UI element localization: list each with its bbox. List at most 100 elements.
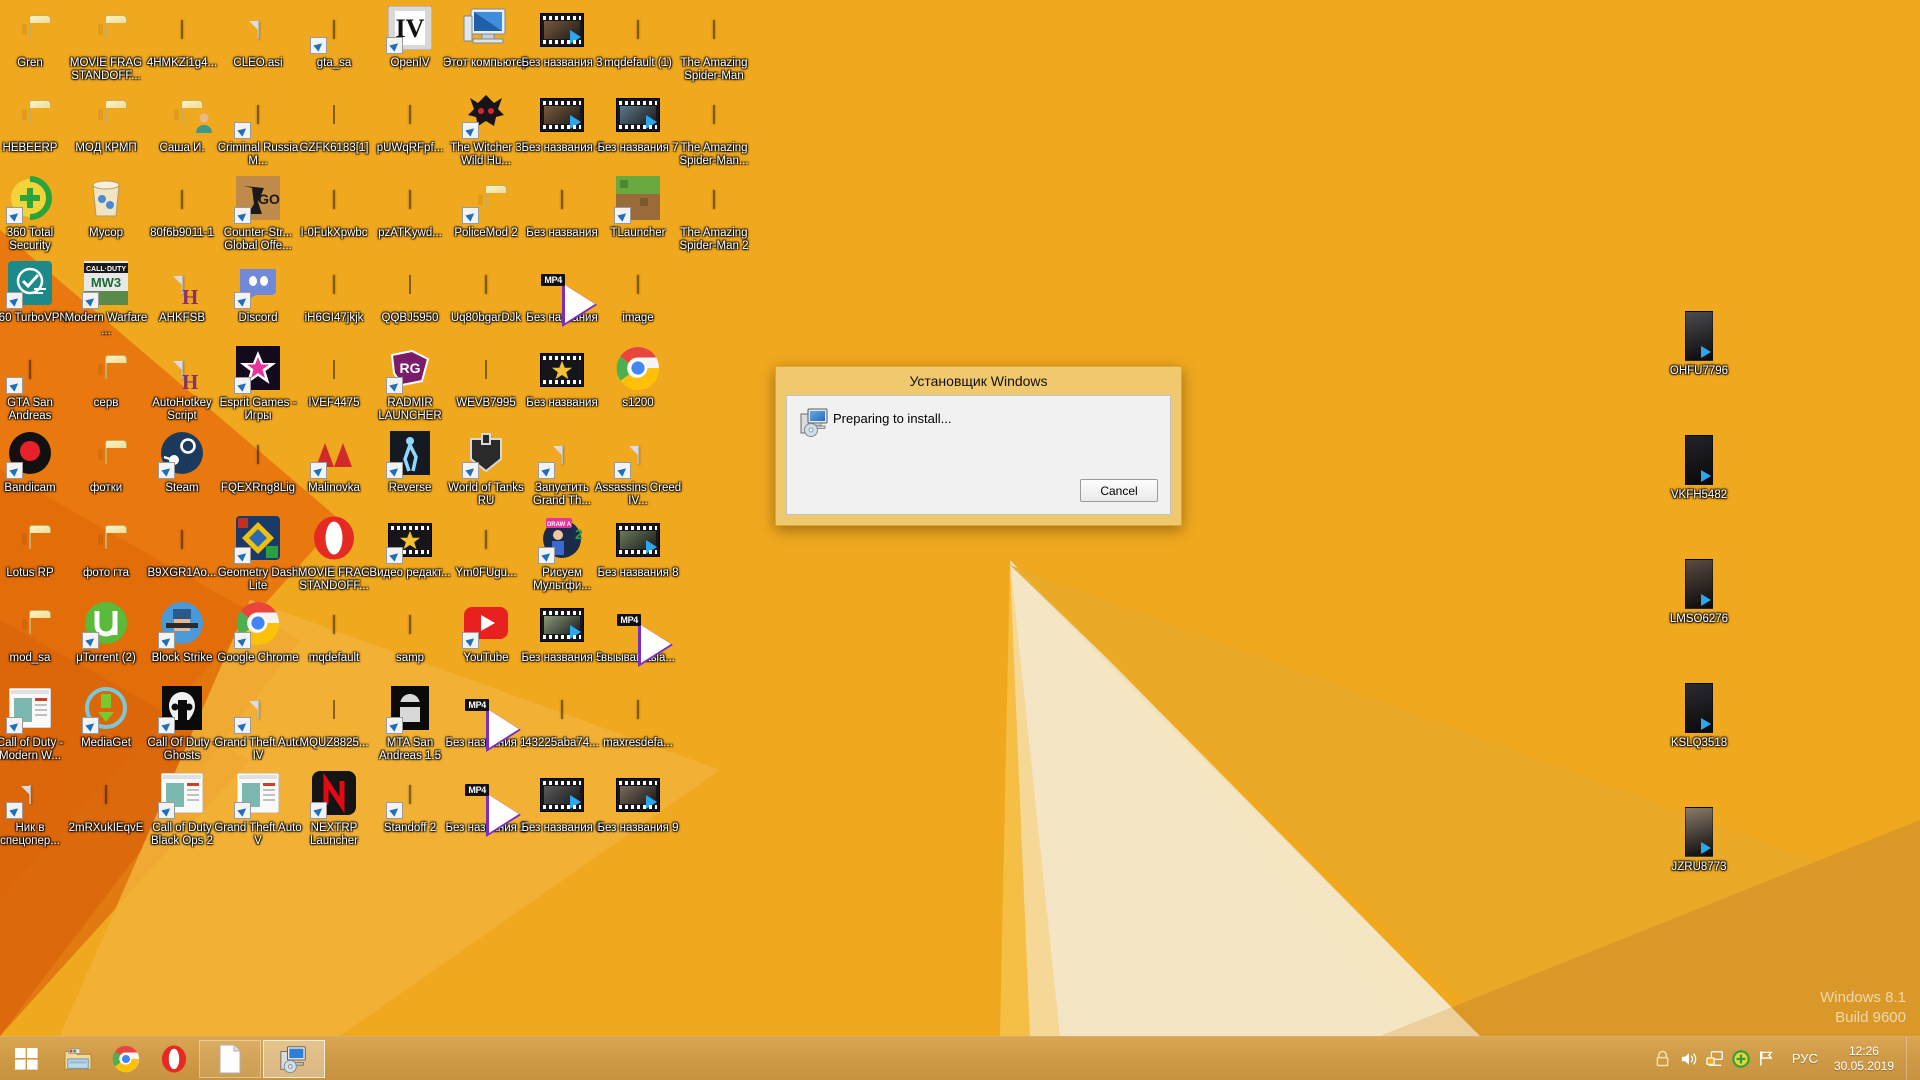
desktop-icon[interactable]: pUWqRFpf... xyxy=(366,91,454,155)
desktop-icon[interactable]: CLEO.asi xyxy=(214,6,302,70)
desktop-icon[interactable]: MediaGet xyxy=(62,686,150,750)
desktop-icon[interactable]: Видео редакт... xyxy=(366,516,454,580)
desktop-icon[interactable]: B9XGR1Ao... xyxy=(138,516,226,580)
desktop-icon[interactable]: TLauncher xyxy=(594,175,682,240)
desktop-icon[interactable]: Без названия 7 xyxy=(594,91,682,155)
desktop-icon[interactable]: Esprit Games - Игры xyxy=(214,345,302,423)
desktop-icon[interactable]: iH6GI47jkjk xyxy=(290,261,378,325)
desktop-icon[interactable]: FQEXRng8Lig xyxy=(214,431,302,495)
desktop-icon[interactable]: MTA San Andreas 1.5 xyxy=(366,685,454,763)
taskbar-file-explorer[interactable] xyxy=(57,1039,99,1079)
desktop-icon[interactable]: Call of Duty Black Ops 2 xyxy=(138,771,226,848)
desktop-icon[interactable]: NEXTRP Launcher xyxy=(290,770,378,848)
dialog-titlebar[interactable]: Установщик Windows xyxy=(776,367,1181,395)
desktop-icon[interactable]: Grand Theft Auto IV xyxy=(214,686,302,763)
desktop-icon[interactable]: МОД КРМП xyxy=(62,91,150,155)
network-icon[interactable] xyxy=(1702,1037,1728,1080)
clock[interactable]: 12:26 30.05.2019 xyxy=(1830,1044,1906,1074)
security-shield-icon[interactable] xyxy=(1728,1037,1754,1080)
desktop-icon[interactable]: Criminal Russia M... xyxy=(214,91,302,168)
desktop-icon[interactable]: pzATKywd... xyxy=(366,176,454,240)
desktop-icon[interactable]: H AHKFSB xyxy=(138,261,226,325)
desktop-icon[interactable]: OHFU7796 xyxy=(1655,310,1743,378)
desktop-icon[interactable]: Без названия 9 xyxy=(594,771,682,835)
desktop-icon[interactable]: MP4 Без названия 1 xyxy=(442,686,530,752)
desktop-icon[interactable]: Без названия 5 xyxy=(518,601,606,665)
desktop-icon[interactable]: IVEF4475 xyxy=(290,346,378,410)
desktop-icon[interactable]: Discord xyxy=(214,261,302,325)
desktop-icon[interactable]: Ym0FUgu... xyxy=(442,516,530,580)
lock-icon[interactable] xyxy=(1650,1037,1676,1080)
desktop-icon[interactable]: mqdefault xyxy=(290,601,378,665)
taskbar-window-installer[interactable] xyxy=(263,1039,325,1078)
desktop-icon[interactable]: World of Tanks RU xyxy=(442,431,530,508)
desktop-icon[interactable]: Steam xyxy=(138,431,226,495)
desktop-icon[interactable]: samp xyxy=(366,601,454,665)
desktop-icon[interactable]: MQUZ8825... xyxy=(290,686,378,750)
desktop-icon[interactable]: s1200 xyxy=(594,346,682,410)
desktop-icon[interactable]: Malinovka xyxy=(290,431,378,495)
desktop-icon[interactable]: 80f6b9011-1 xyxy=(138,176,226,240)
desktop-icon[interactable]: Assassins Creed IV... xyxy=(594,431,682,508)
desktop-icon[interactable]: Этот компьютер xyxy=(442,6,530,70)
desktop-icon[interactable]: Без названия 4 xyxy=(518,91,606,155)
desktop-icon[interactable]: mqdefault (1) xyxy=(594,6,682,70)
desktop-icon[interactable]: VKFH5482 xyxy=(1655,434,1743,502)
desktop-icon[interactable]: Call Of Duty - Ghosts xyxy=(138,685,226,763)
desktop-icon[interactable]: MP4 выываыаыа... xyxy=(594,601,682,667)
desktop-icon[interactable]: фото гта xyxy=(62,516,150,580)
desktop-icon[interactable]: 4HMKZi1g4... xyxy=(138,6,226,70)
desktop-icon[interactable]: Standoff 2 xyxy=(366,771,454,835)
desktop-icon[interactable]: MOVIE FRAG STANDOFF... xyxy=(290,516,378,593)
desktop-icon[interactable]: Без названия xyxy=(518,176,606,240)
desktop-icon[interactable]: DRAW A 2 Рисуем Мультфи... xyxy=(518,516,606,593)
desktop-icon[interactable]: PoliceMod 2 xyxy=(442,176,530,240)
desktop-icon[interactable]: JZRU8773 xyxy=(1655,806,1743,874)
desktop-icon[interactable]: The Amazing Spider-Man 2 xyxy=(670,176,758,253)
desktop-icon[interactable]: Reverse xyxy=(366,430,454,495)
desktop-icon[interactable]: Без названия xyxy=(518,346,606,410)
desktop-icon[interactable]: μTorrent (2) xyxy=(62,601,150,665)
taskbar-window-document[interactable] xyxy=(199,1039,261,1078)
desktop-icon[interactable]: WEVB7995 xyxy=(442,346,530,410)
show-desktop-button[interactable] xyxy=(1906,1036,1914,1080)
desktop-icon[interactable]: Uq80bgarDJk xyxy=(442,261,530,325)
desktop-icon[interactable]: LMSO6276 xyxy=(1655,558,1743,626)
action-center-flag-icon[interactable] xyxy=(1754,1037,1780,1080)
desktop-icon[interactable]: фотки xyxy=(62,431,150,495)
taskbar-google-chrome[interactable] xyxy=(105,1039,147,1079)
desktop-icon[interactable]: MP4 Без названия xyxy=(518,261,606,327)
desktop-icon[interactable]: Запустить Grand Th... xyxy=(518,431,606,508)
desktop-icon[interactable]: Без названия 3 xyxy=(518,6,606,70)
start-button[interactable] xyxy=(0,1037,54,1080)
volume-icon[interactable] xyxy=(1676,1037,1702,1080)
windows-installer-dialog[interactable]: Установщик Windows Preparing to install.… xyxy=(775,366,1182,526)
desktop-icon[interactable]: MOVIE FRAG STANDOFF... xyxy=(62,6,150,83)
desktop-icon[interactable]: IV OpenIV xyxy=(366,5,454,70)
taskbar-opera[interactable] xyxy=(153,1039,195,1079)
desktop-icon[interactable]: Google Chrome xyxy=(214,601,302,665)
desktop-icon[interactable]: GZFK6183[1] xyxy=(290,91,378,155)
desktop-icon[interactable]: 2mRXukIEqvE xyxy=(62,771,150,835)
desktop-icon[interactable]: H AutoHotkey Script xyxy=(138,346,226,423)
desktop-icon[interactable]: The Amazing Spider-Man xyxy=(670,6,758,83)
desktop-icon[interactable]: Без названия 8 xyxy=(594,516,682,580)
desktop-icon[interactable]: gta_sa xyxy=(290,6,378,70)
desktop-icon[interactable]: QQBJ5950 xyxy=(366,261,454,325)
desktop-icon[interactable]: The Witcher 3 Wild Hu... xyxy=(442,91,530,168)
desktop-icon[interactable]: The Amazing Spider-Man... xyxy=(670,91,758,168)
desktop-icon[interactable]: серв xyxy=(62,346,150,410)
desktop-icon[interactable]: Geometry Dash Lite xyxy=(214,515,302,593)
cancel-button[interactable]: Cancel xyxy=(1080,479,1158,502)
desktop-icon[interactable]: I-0FukXpwbc xyxy=(290,176,378,240)
desktop-icon[interactable]: maxresdefa... xyxy=(594,686,682,750)
desktop-icon[interactable]: image xyxy=(594,261,682,325)
desktop-icon[interactable]: Мусор xyxy=(62,176,150,240)
desktop-icon[interactable]: 43225aba74... xyxy=(518,686,606,750)
desktop-icon[interactable]: KSLQ3518 xyxy=(1655,682,1743,750)
language-indicator[interactable]: РУС xyxy=(1780,1051,1830,1066)
desktop-icon[interactable]: RG RADMIR LAUNCHER xyxy=(366,346,454,423)
desktop-icon[interactable]: Block Strike xyxy=(138,601,226,665)
desktop-icon[interactable]: Саша И. xyxy=(138,91,226,155)
desktop-icon[interactable]: YouTube xyxy=(442,601,530,665)
